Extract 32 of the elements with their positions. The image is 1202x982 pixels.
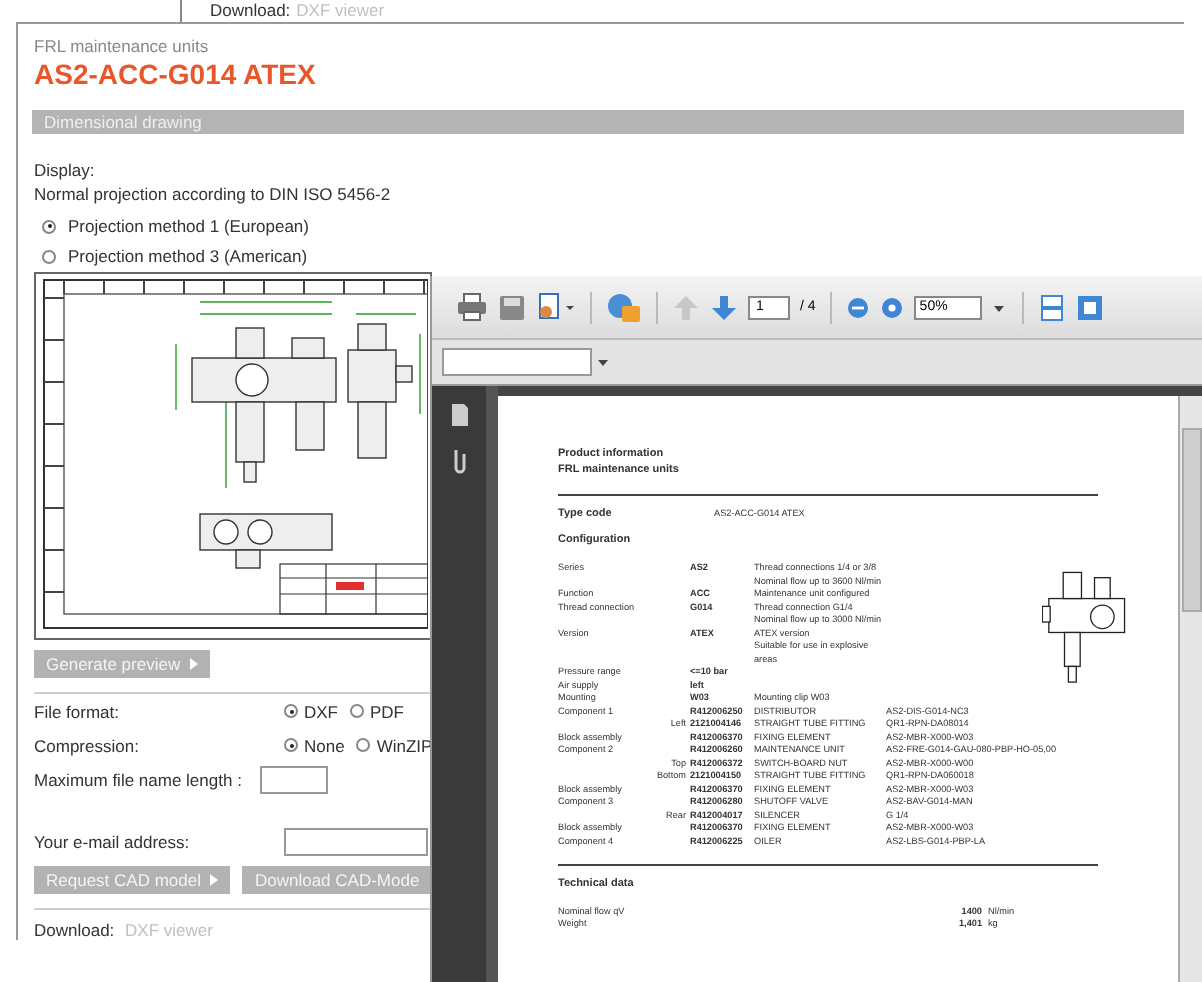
- zoom-in-icon[interactable]: [879, 295, 904, 319]
- triangle-icon: [210, 874, 219, 886]
- zoom-out-icon[interactable]: [845, 295, 870, 319]
- scroll-bar[interactable]: [1178, 396, 1202, 982]
- page-icon[interactable]: [449, 402, 469, 428]
- product-title: AS2-ACC-G014 ATEX: [34, 58, 318, 90]
- display-note: Normal projection according to DIN ISO 5456-2: [34, 182, 393, 206]
- compression-radio[interactable]: WinZIP: [356, 735, 433, 755]
- file-format-radio[interactable]: PDF: [350, 701, 404, 721]
- projection-radio[interactable]: Projection method 3 (American): [42, 246, 1184, 266]
- category-label: FRL maintenance units: [34, 36, 211, 56]
- section-header: Dimensional drawing: [32, 110, 1184, 134]
- display-label: Display:: [34, 158, 97, 182]
- file-format-radio[interactable]: DXF: [284, 701, 338, 721]
- email-field[interactable]: [284, 827, 428, 855]
- down-arrow-icon[interactable]: [710, 293, 738, 321]
- printer-icon[interactable]: [456, 292, 488, 322]
- file-format-label: File format:: [34, 701, 122, 721]
- max-name-length-field[interactable]: [260, 765, 328, 793]
- fit-width-icon[interactable]: [1037, 293, 1066, 321]
- triangle-icon: [190, 658, 199, 670]
- full-screen-icon[interactable]: [1075, 293, 1104, 321]
- search-field[interactable]: [442, 348, 592, 376]
- email-label: Your e-mail address:: [34, 831, 192, 851]
- download-label: Download:: [34, 920, 115, 940]
- paperclip-icon[interactable]: [449, 448, 469, 474]
- download-label: Download:: [210, 0, 291, 20]
- max-name-length-label: Maximum file name length :: [34, 769, 244, 789]
- document-menu-icon[interactable]: [536, 292, 576, 322]
- compression-label: Compression:: [34, 735, 141, 755]
- projection-radio[interactable]: Projection method 1 (European): [42, 216, 1184, 236]
- compression-radio[interactable]: None: [284, 735, 345, 755]
